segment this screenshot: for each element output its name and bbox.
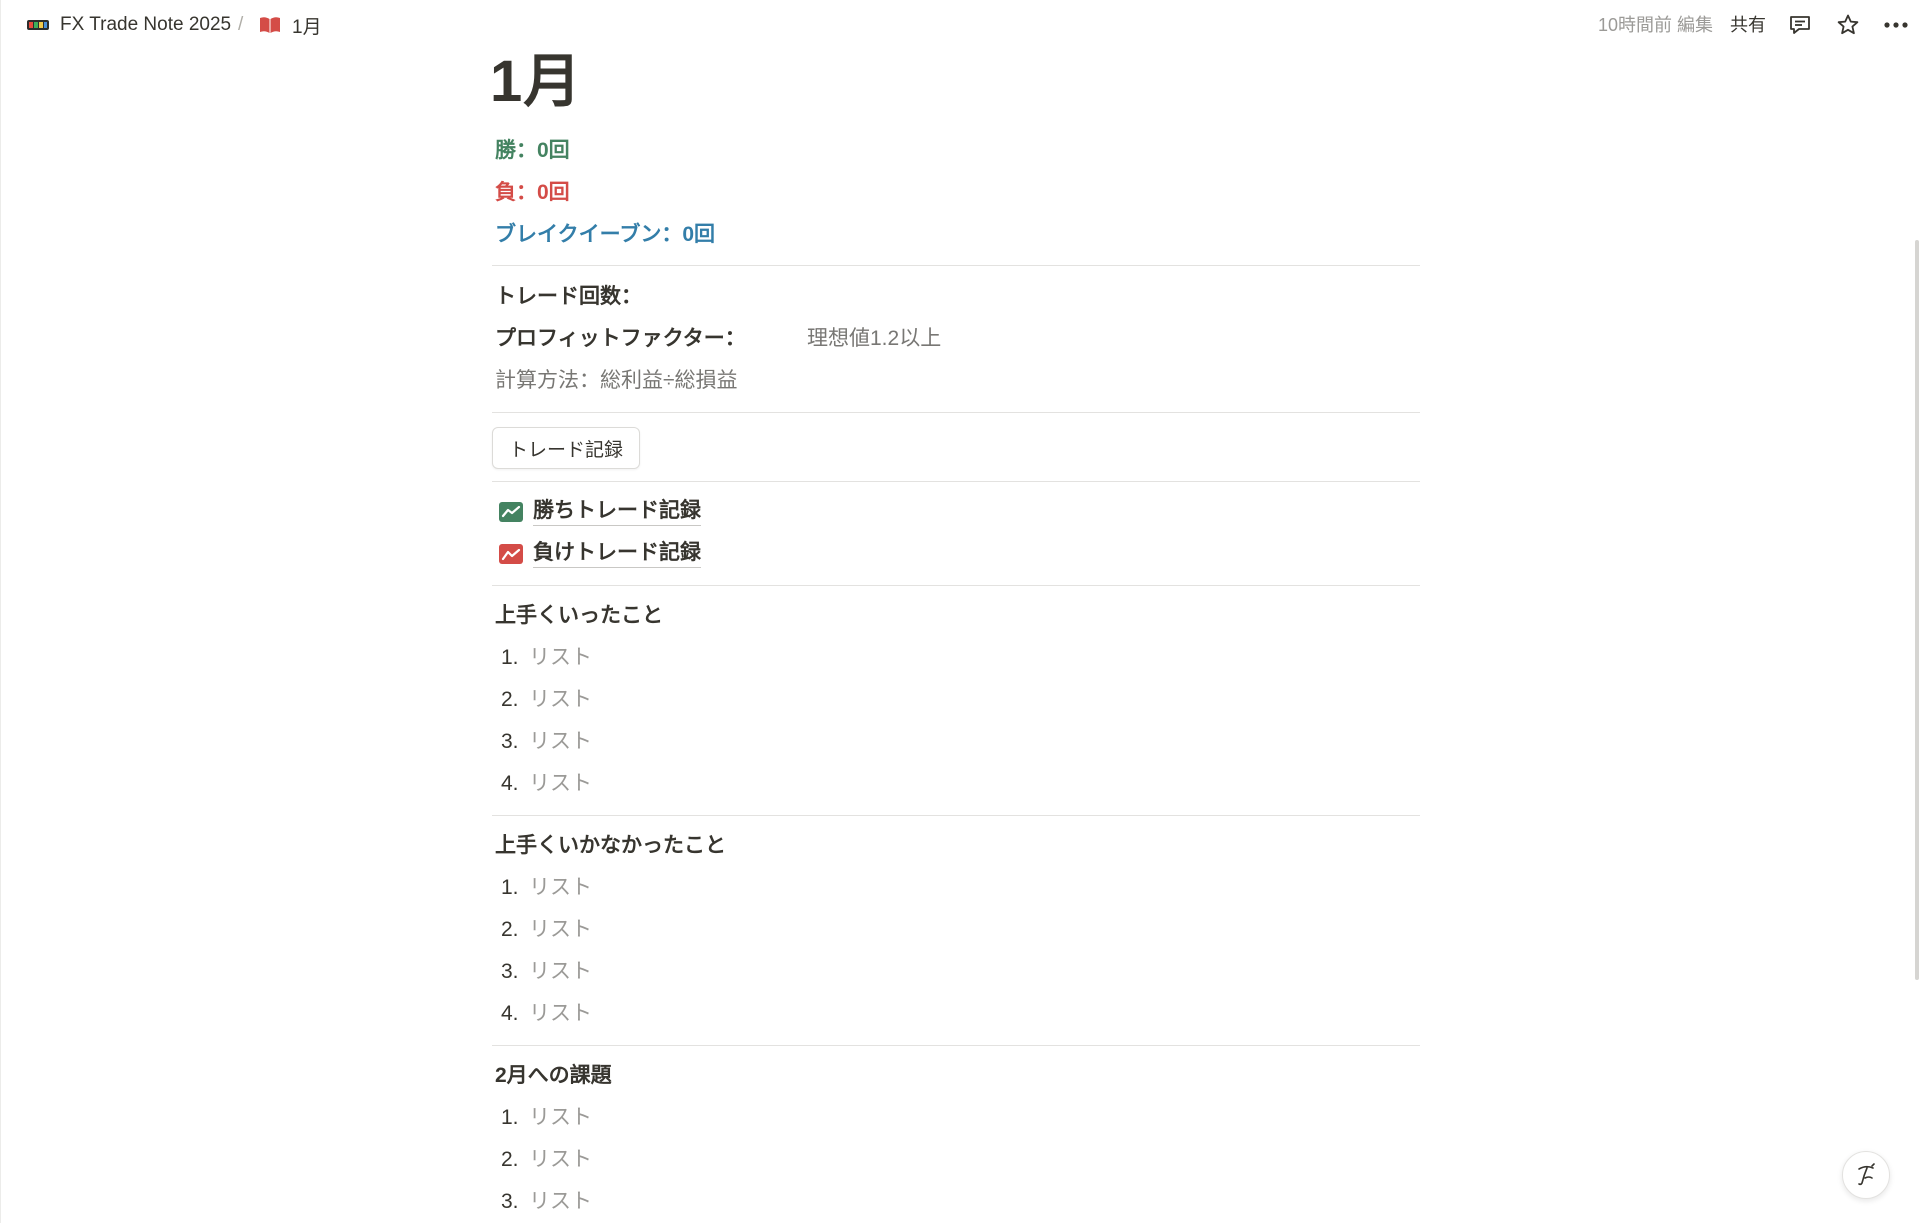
loss-trade-link-label: 負けトレード記録 bbox=[533, 539, 701, 568]
breadcrumb-page-label: 1月 bbox=[292, 16, 322, 38]
list-placeholder: リスト bbox=[529, 1190, 592, 1213]
list-placeholder: リスト bbox=[529, 876, 592, 899]
chart-up-green-icon bbox=[499, 501, 523, 522]
stat-win[interactable]: 勝：0回 bbox=[495, 136, 570, 166]
profit-factor-label[interactable]: プロフィットファクター： bbox=[495, 324, 746, 354]
divider bbox=[492, 585, 1420, 586]
edited-timestamp: 10時間前 編集 bbox=[1597, 15, 1713, 35]
star-icon[interactable] bbox=[1833, 10, 1863, 40]
breadcrumb-workspace[interactable]: FX Trade Note 2025 bbox=[26, 11, 231, 39]
list-item[interactable]: 1. リスト bbox=[501, 1103, 592, 1133]
divider bbox=[492, 412, 1420, 413]
list-item[interactable]: 4. リスト bbox=[501, 769, 592, 799]
list-number: 3. bbox=[501, 730, 519, 753]
window-edge bbox=[0, 0, 1, 1223]
breadcrumb-page[interactable]: 1月 bbox=[258, 11, 322, 39]
divider bbox=[492, 265, 1420, 266]
list-number: 1. bbox=[501, 876, 519, 899]
section-heading-next-month[interactable]: 2月への課題 bbox=[495, 1061, 612, 1091]
loss-trade-link[interactable]: 負けトレード記録 bbox=[499, 539, 701, 568]
list-placeholder: リスト bbox=[529, 772, 592, 795]
list-number: 1. bbox=[501, 1106, 519, 1129]
stat-loss[interactable]: 負：0回 bbox=[495, 178, 570, 208]
list-item[interactable]: 1. リスト bbox=[501, 643, 592, 673]
divider bbox=[492, 1045, 1420, 1046]
top-bar: FX Trade Note 2025 / 1月 10時間前 編集 共有 bbox=[0, 0, 1920, 50]
list-item[interactable]: 2. リスト bbox=[501, 915, 592, 945]
trade-record-button[interactable]: トレード記録 bbox=[492, 427, 641, 469]
profit-factor-note[interactable]: 理想値1.2以上 bbox=[807, 324, 941, 354]
list-number: 3. bbox=[501, 1190, 519, 1213]
list-number: 1. bbox=[501, 646, 519, 669]
list-item[interactable]: 3. リスト bbox=[501, 1187, 592, 1217]
list-item[interactable]: 2. リスト bbox=[501, 685, 592, 715]
list-placeholder: リスト bbox=[529, 1106, 592, 1129]
stat-breakeven[interactable]: ブレイクイーブン：0回 bbox=[495, 220, 715, 250]
breadcrumb-workspace-label: FX Trade Note 2025 bbox=[60, 14, 232, 35]
list-number: 3. bbox=[501, 960, 519, 983]
list-placeholder: リスト bbox=[529, 646, 592, 669]
calc-method[interactable]: 計算方法：総利益÷総損益 bbox=[495, 366, 738, 396]
page-title[interactable]: 1月 bbox=[490, 47, 582, 117]
list-placeholder: リスト bbox=[529, 960, 592, 983]
workspace-icon bbox=[26, 17, 50, 33]
comment-icon[interactable] bbox=[1785, 10, 1815, 40]
list-number: 2. bbox=[501, 918, 519, 941]
section-heading-went-wrong[interactable]: 上手くいかなかったこと bbox=[495, 831, 726, 861]
share-button[interactable]: 共有 bbox=[1730, 12, 1766, 38]
list-number: 2. bbox=[501, 1148, 519, 1171]
book-icon bbox=[258, 15, 282, 35]
list-item[interactable]: 2. リスト bbox=[501, 1145, 592, 1175]
list-placeholder: リスト bbox=[529, 918, 592, 941]
win-trade-link-label: 勝ちトレード記録 bbox=[533, 497, 701, 526]
win-trade-link[interactable]: 勝ちトレード記録 bbox=[499, 497, 701, 526]
list-number: 2. bbox=[501, 688, 519, 711]
list-placeholder: リスト bbox=[529, 688, 592, 711]
list-placeholder: リスト bbox=[529, 1148, 592, 1171]
list-item[interactable]: 3. リスト bbox=[501, 957, 592, 987]
list-placeholder: リスト bbox=[529, 1002, 592, 1025]
list-item[interactable]: 4. リスト bbox=[501, 999, 592, 1029]
ai-assistant-icon bbox=[1858, 1163, 1875, 1186]
chart-down-red-icon bbox=[499, 543, 523, 564]
list-number: 4. bbox=[501, 1002, 519, 1025]
list-placeholder: リスト bbox=[529, 730, 592, 753]
trade-count-label[interactable]: トレード回数： bbox=[495, 282, 642, 312]
list-number: 4. bbox=[501, 772, 519, 795]
divider bbox=[492, 481, 1420, 482]
breadcrumb-separator: / bbox=[238, 14, 244, 35]
divider bbox=[492, 815, 1420, 816]
more-icon[interactable] bbox=[1881, 10, 1911, 40]
list-item[interactable]: 3. リスト bbox=[501, 727, 592, 757]
help-button[interactable] bbox=[1842, 1151, 1890, 1199]
list-item[interactable]: 1. リスト bbox=[501, 873, 592, 903]
section-heading-went-well[interactable]: 上手くいったこと bbox=[495, 601, 663, 631]
scrollbar[interactable] bbox=[1915, 240, 1919, 980]
